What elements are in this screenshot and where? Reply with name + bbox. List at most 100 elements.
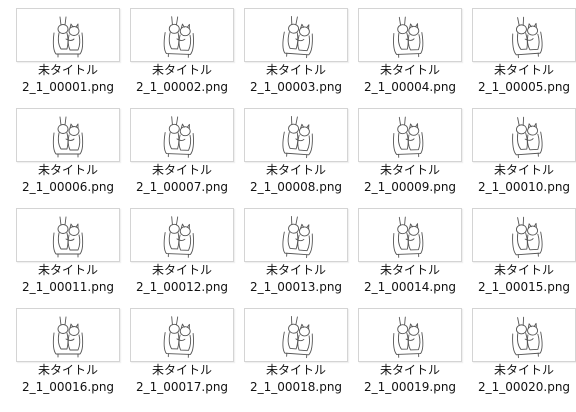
file-item[interactable]: 未タイトル 2_1_00019.png — [354, 300, 466, 402]
sketch-drawing-icon — [52, 316, 84, 358]
sketch-drawing-icon — [282, 116, 313, 159]
sketch-drawing-icon — [52, 16, 84, 58]
file-name-label: 2_1_00007.png — [135, 180, 229, 194]
file-item[interactable]: 未タイトル 2_1_00013.png — [240, 200, 352, 302]
sketch-thumbnail-icon[interactable] — [472, 8, 576, 62]
file-title-label: 未タイトル — [37, 363, 98, 377]
file-title-label: 未タイトル — [151, 63, 212, 77]
sketch-thumbnail-icon[interactable] — [358, 308, 462, 362]
sketch-thumbnail-icon[interactable] — [16, 8, 120, 62]
sketch-drawing-icon — [393, 116, 424, 158]
sketch-drawing-icon — [282, 216, 313, 259]
file-name-label: 2_1_00014.png — [363, 280, 457, 294]
file-title-label: 未タイトル — [493, 163, 554, 177]
sketch-drawing-icon — [512, 116, 543, 159]
sketch-thumbnail-icon[interactable] — [16, 208, 120, 262]
sketch-thumbnail-icon[interactable] — [244, 208, 348, 262]
file-item[interactable]: 未タイトル 2_1_00004.png — [354, 0, 466, 102]
sketch-thumbnail-icon[interactable] — [130, 308, 234, 362]
file-item[interactable]: 未タイトル 2_1_00006.png — [12, 100, 124, 202]
file-title-label: 未タイトル — [151, 263, 212, 277]
file-name-label: 2_1_00008.png — [249, 180, 343, 194]
file-title-label: 未タイトル — [151, 163, 212, 177]
file-item[interactable]: 未タイトル 2_1_00010.png — [468, 100, 576, 202]
file-title-label: 未タイトル — [37, 163, 98, 177]
file-item[interactable]: 未タイトル 2_1_00003.png — [240, 0, 352, 102]
file-name-label: 2_1_00001.png — [21, 80, 115, 94]
file-item[interactable]: 未タイトル 2_1_00016.png — [12, 300, 124, 402]
sketch-drawing-icon — [282, 316, 313, 359]
file-title-label: 未タイトル — [37, 263, 98, 277]
file-name-label: 2_1_00010.png — [477, 180, 571, 194]
file-name-label: 2_1_00013.png — [249, 280, 343, 294]
sketch-thumbnail-icon[interactable] — [244, 308, 348, 362]
file-title-label: 未タイトル — [265, 363, 326, 377]
file-item[interactable]: 未タイトル 2_1_00001.png — [12, 0, 124, 102]
file-title-label: 未タイトル — [379, 163, 440, 177]
sketch-drawing-icon — [163, 16, 194, 58]
file-title-label: 未タイトル — [379, 263, 440, 277]
file-item[interactable]: 未タイトル 2_1_00014.png — [354, 200, 466, 302]
file-name-label: 2_1_00016.png — [21, 380, 115, 394]
file-item[interactable]: 未タイトル 2_1_00011.png — [12, 200, 124, 302]
sketch-drawing-icon — [163, 216, 194, 258]
file-name-label: 2_1_00018.png — [249, 380, 343, 394]
file-item[interactable]: 未タイトル 2_1_00009.png — [354, 100, 466, 202]
sketch-thumbnail-icon[interactable] — [16, 308, 120, 362]
file-title-label: 未タイトル — [493, 363, 554, 377]
file-item[interactable]: 未タイトル 2_1_00002.png — [126, 0, 238, 102]
sketch-thumbnail-icon[interactable] — [130, 208, 234, 262]
file-title-label: 未タイトル — [379, 63, 440, 77]
file-name-label: 2_1_00009.png — [363, 180, 457, 194]
sketch-thumbnail-icon[interactable] — [358, 108, 462, 162]
sketch-thumbnail-icon[interactable] — [472, 208, 576, 262]
sketch-thumbnail-icon[interactable] — [130, 108, 234, 162]
file-item[interactable]: 未タイトル 2_1_00020.png — [468, 300, 576, 402]
sketch-drawing-icon — [52, 116, 84, 158]
sketch-thumbnail-icon[interactable] — [244, 8, 348, 62]
file-name-label: 2_1_00005.png — [477, 80, 571, 94]
file-title-label: 未タイトル — [37, 63, 98, 77]
sketch-drawing-icon — [282, 16, 313, 59]
file-title-label: 未タイトル — [493, 63, 554, 77]
file-name-label: 2_1_00017.png — [135, 380, 229, 394]
file-grid: 未タイトル 2_1_00001.png 未タイトル 2_1_00002.png 未タイト… — [0, 0, 576, 412]
file-item[interactable]: 未タイトル 2_1_00018.png — [240, 300, 352, 402]
file-name-label: 2_1_00019.png — [363, 380, 457, 394]
sketch-thumbnail-icon[interactable] — [244, 108, 348, 162]
sketch-thumbnail-icon[interactable] — [130, 8, 234, 62]
file-name-label: 2_1_00012.png — [135, 280, 229, 294]
sketch-thumbnail-icon[interactable] — [472, 108, 576, 162]
file-item[interactable]: 未タイトル 2_1_00012.png — [126, 200, 238, 302]
sketch-thumbnail-icon[interactable] — [472, 308, 576, 362]
sketch-drawing-icon — [393, 216, 424, 258]
file-name-label: 2_1_00006.png — [21, 180, 115, 194]
file-name-label: 2_1_00011.png — [21, 280, 115, 294]
file-title-label: 未タイトル — [379, 363, 440, 377]
sketch-drawing-icon — [163, 116, 194, 158]
file-name-label: 2_1_00015.png — [477, 280, 571, 294]
file-title-label: 未タイトル — [151, 363, 212, 377]
sketch-drawing-icon — [52, 216, 84, 258]
file-title-label: 未タイトル — [265, 263, 326, 277]
file-item[interactable]: 未タイトル 2_1_00015.png — [468, 200, 576, 302]
sketch-drawing-icon — [163, 316, 194, 358]
sketch-drawing-icon — [512, 16, 543, 59]
sketch-drawing-icon — [393, 16, 424, 58]
file-name-label: 2_1_00002.png — [135, 80, 229, 94]
sketch-thumbnail-icon[interactable] — [358, 8, 462, 62]
sketch-drawing-icon — [393, 316, 424, 358]
file-name-label: 2_1_00004.png — [363, 80, 457, 94]
sketch-drawing-icon — [512, 316, 543, 359]
sketch-thumbnail-icon[interactable] — [16, 108, 120, 162]
file-name-label: 2_1_00020.png — [477, 380, 571, 394]
file-title-label: 未タイトル — [265, 163, 326, 177]
file-item[interactable]: 未タイトル 2_1_00008.png — [240, 100, 352, 202]
sketch-drawing-icon — [512, 216, 543, 259]
file-title-label: 未タイトル — [493, 263, 554, 277]
file-name-label: 2_1_00003.png — [249, 80, 343, 94]
sketch-thumbnail-icon[interactable] — [358, 208, 462, 262]
file-item[interactable]: 未タイトル 2_1_00005.png — [468, 0, 576, 102]
file-item[interactable]: 未タイトル 2_1_00017.png — [126, 300, 238, 402]
file-item[interactable]: 未タイトル 2_1_00007.png — [126, 100, 238, 202]
